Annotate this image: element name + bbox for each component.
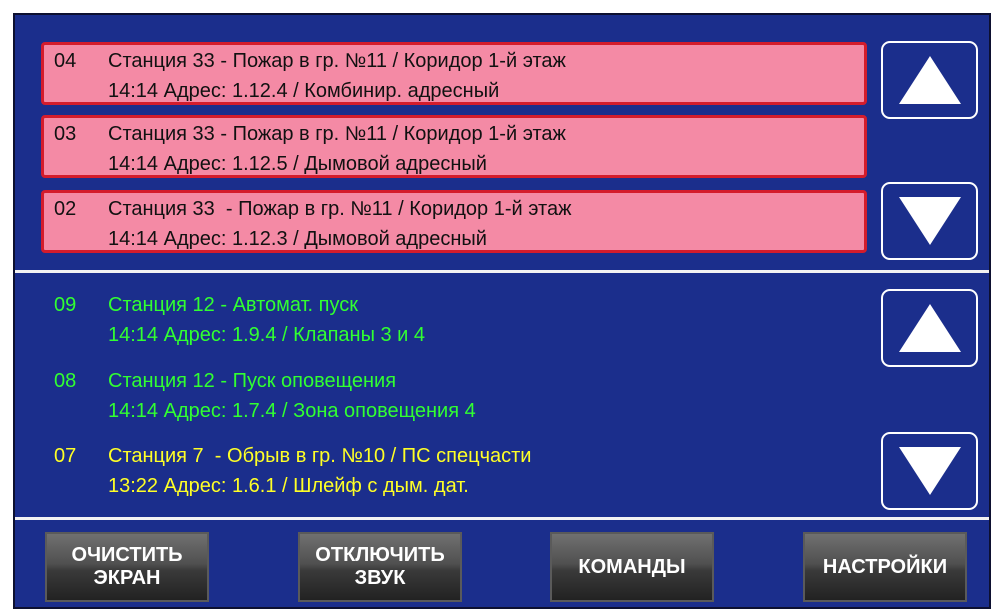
settings-label: НАСТРОЙКИ [822,555,948,578]
event-row[interactable]: 08 Станция 12 - Пуск оповещения 14:14 Ад… [41,367,867,431]
section-divider [15,517,989,520]
alarm-scroll-down-button[interactable] [881,182,978,260]
alarm-number: 03 [54,123,77,145]
mute-sound-label: ОТКЛЮЧИТЬ ЗВУК [315,544,445,589]
alarm-row[interactable]: 03 Станция 33 - Пожар в гр. №11 / Коридо… [41,115,867,178]
settings-button[interactable]: НАСТРОЙКИ [803,532,967,602]
triangle-down-icon [898,197,961,245]
event-details: 14:14 Адрес: 1.7.4 / Зона оповещения 4 [108,400,476,422]
event-details: 13:22 Адрес: 1.6.1 / Шлейф с дым. дат. [108,475,469,497]
event-row[interactable]: 09 Станция 12 - Автомат. пуск 14:14 Адре… [41,291,867,355]
event-description: Станция 12 - Автомат. пуск [108,294,359,316]
event-description: Станция 12 - Пуск оповещения [108,370,397,392]
alarm-description: Станция 33 - Пожар в гр. №11 / Коридор 1… [108,198,572,220]
clear-screen-label: ОЧИСТИТЬ ЭКРАН [71,544,183,589]
triangle-up-icon [898,304,961,352]
mute-sound-button[interactable]: ОТКЛЮЧИТЬ ЗВУК [298,532,462,602]
event-number: 08 [54,370,77,392]
commands-label: КОМАНДЫ [578,555,686,578]
triangle-down-icon [898,447,961,495]
alarm-row[interactable]: 02 Станция 33 - Пожар в гр. №11 / Коридо… [41,190,867,253]
clear-screen-button[interactable]: ОЧИСТИТЬ ЭКРАН [45,532,209,602]
alarm-scroll-up-button[interactable] [881,41,978,119]
event-scroll-down-button[interactable] [881,432,978,510]
alarm-number: 04 [54,50,77,72]
event-description: Станция 7 - Обрыв в гр. №10 / ПС спецчас… [108,445,532,467]
event-row[interactable]: 07 Станция 7 - Обрыв в гр. №10 / ПС спец… [41,442,867,506]
alarm-number: 02 [54,198,77,220]
alarm-description: Станция 33 - Пожар в гр. №11 / Коридор 1… [108,123,566,145]
alarm-details: 14:14 Адрес: 1.12.5 / Дымовой адресный [108,153,487,175]
event-number: 07 [54,445,77,467]
event-number: 09 [54,294,77,316]
commands-button[interactable]: КОМАНДЫ [550,532,714,602]
event-scroll-up-button[interactable] [881,289,978,367]
alarm-details: 14:14 Адрес: 1.12.3 / Дымовой адресный [108,228,487,250]
monitor-panel: 04 Станция 33 - Пожар в гр. №11 / Коридо… [13,13,991,609]
event-details: 14:14 Адрес: 1.9.4 / Клапаны 3 и 4 [108,324,426,346]
alarm-row[interactable]: 04 Станция 33 - Пожар в гр. №11 / Коридо… [41,42,867,105]
triangle-up-icon [898,56,961,104]
section-divider [15,270,989,273]
alarm-description: Станция 33 - Пожар в гр. №11 / Коридор 1… [108,50,566,72]
alarm-details: 14:14 Адрес: 1.12.4 / Комбинир. адресный [108,80,500,102]
